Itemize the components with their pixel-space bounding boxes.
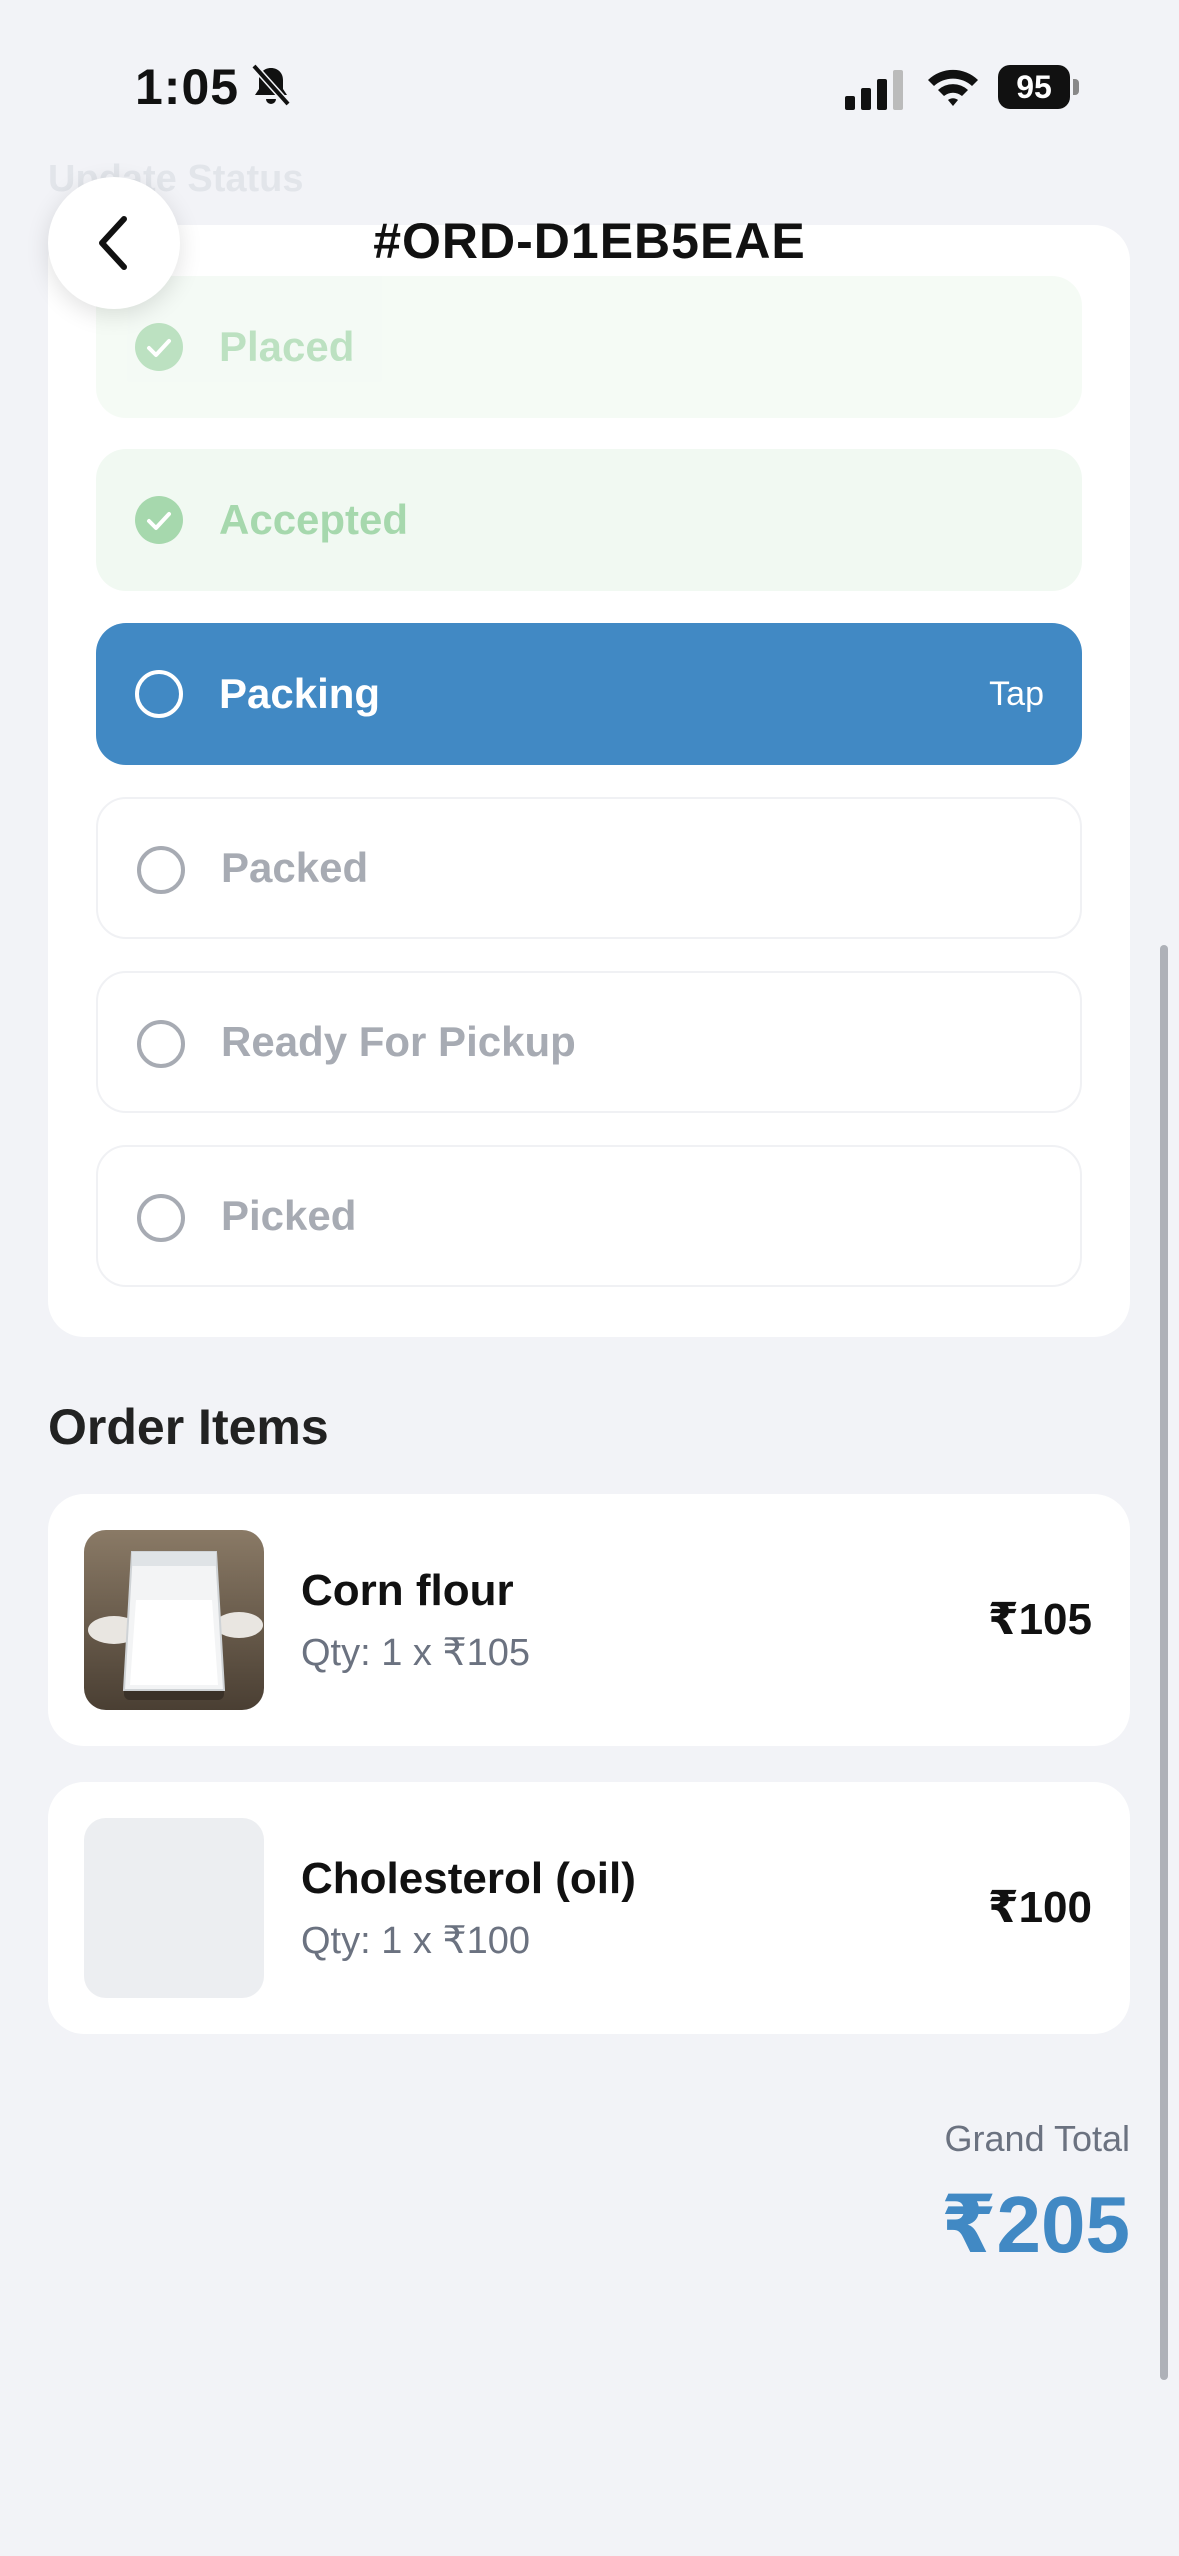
placeholder-image (84, 1818, 264, 1998)
battery-icon: 95 (998, 65, 1080, 109)
status-row-accepted[interactable]: Accepted (96, 449, 1082, 591)
status-row-placed[interactable]: Placed (96, 276, 1082, 418)
corn-flour-image (84, 1530, 264, 1710)
empty-circle-icon (135, 670, 183, 718)
cellular-signal-icon (845, 70, 903, 110)
item-qty: Qty: 1 x ₹105 (301, 1632, 531, 1674)
item-price: ₹100 (987, 1883, 1092, 1932)
wifi-icon (928, 69, 978, 106)
status-row-picked[interactable]: Picked (96, 1145, 1082, 1287)
status-label: Picked (221, 1192, 357, 1239)
status-label: Accepted (219, 496, 409, 543)
grand-total-label: Grand Total (944, 2118, 1130, 2159)
status-row-ready-for-pickup[interactable]: Ready For Pickup (96, 971, 1082, 1113)
item-name: Corn flour (301, 1566, 514, 1615)
check-circle-icon (135, 496, 183, 544)
check-circle-icon (135, 323, 183, 371)
item-price: ₹105 (987, 1595, 1092, 1644)
grand-total-value: ₹205 (940, 2180, 1130, 2269)
tap-hint: Tap (989, 674, 1044, 713)
status-row-packing[interactable]: Packing Tap (96, 623, 1082, 765)
empty-circle-icon (137, 1194, 185, 1242)
status-time: 1:05 (135, 59, 240, 115)
status-bar: 1:05 95 (0, 0, 1179, 150)
scrollbar[interactable] (1160, 945, 1168, 2380)
order-items-title: Order Items (48, 1399, 329, 1455)
battery-level: 95 (998, 65, 1070, 109)
bell-slash-icon (251, 63, 291, 107)
page-title: #ORD-D1EB5EAE (373, 213, 806, 269)
order-item-card[interactable]: Cholesterol (oil) Qty: 1 x ₹100 ₹100 (48, 1782, 1130, 2034)
status-label: Packing (219, 670, 381, 717)
item-name: Cholesterol (oil) (301, 1854, 636, 1903)
battery-tip (1073, 79, 1079, 95)
status-row-packed[interactable]: Packed (96, 797, 1082, 939)
item-qty: Qty: 1 x ₹100 (301, 1920, 531, 1962)
empty-circle-icon (137, 1020, 185, 1068)
empty-circle-icon (137, 846, 185, 894)
status-label: Ready For Pickup (221, 1018, 576, 1065)
status-label: Placed (219, 323, 355, 370)
status-label: Packed (221, 844, 369, 891)
order-item-card[interactable]: Corn flour Qty: 1 x ₹105 ₹105 (48, 1494, 1130, 1746)
